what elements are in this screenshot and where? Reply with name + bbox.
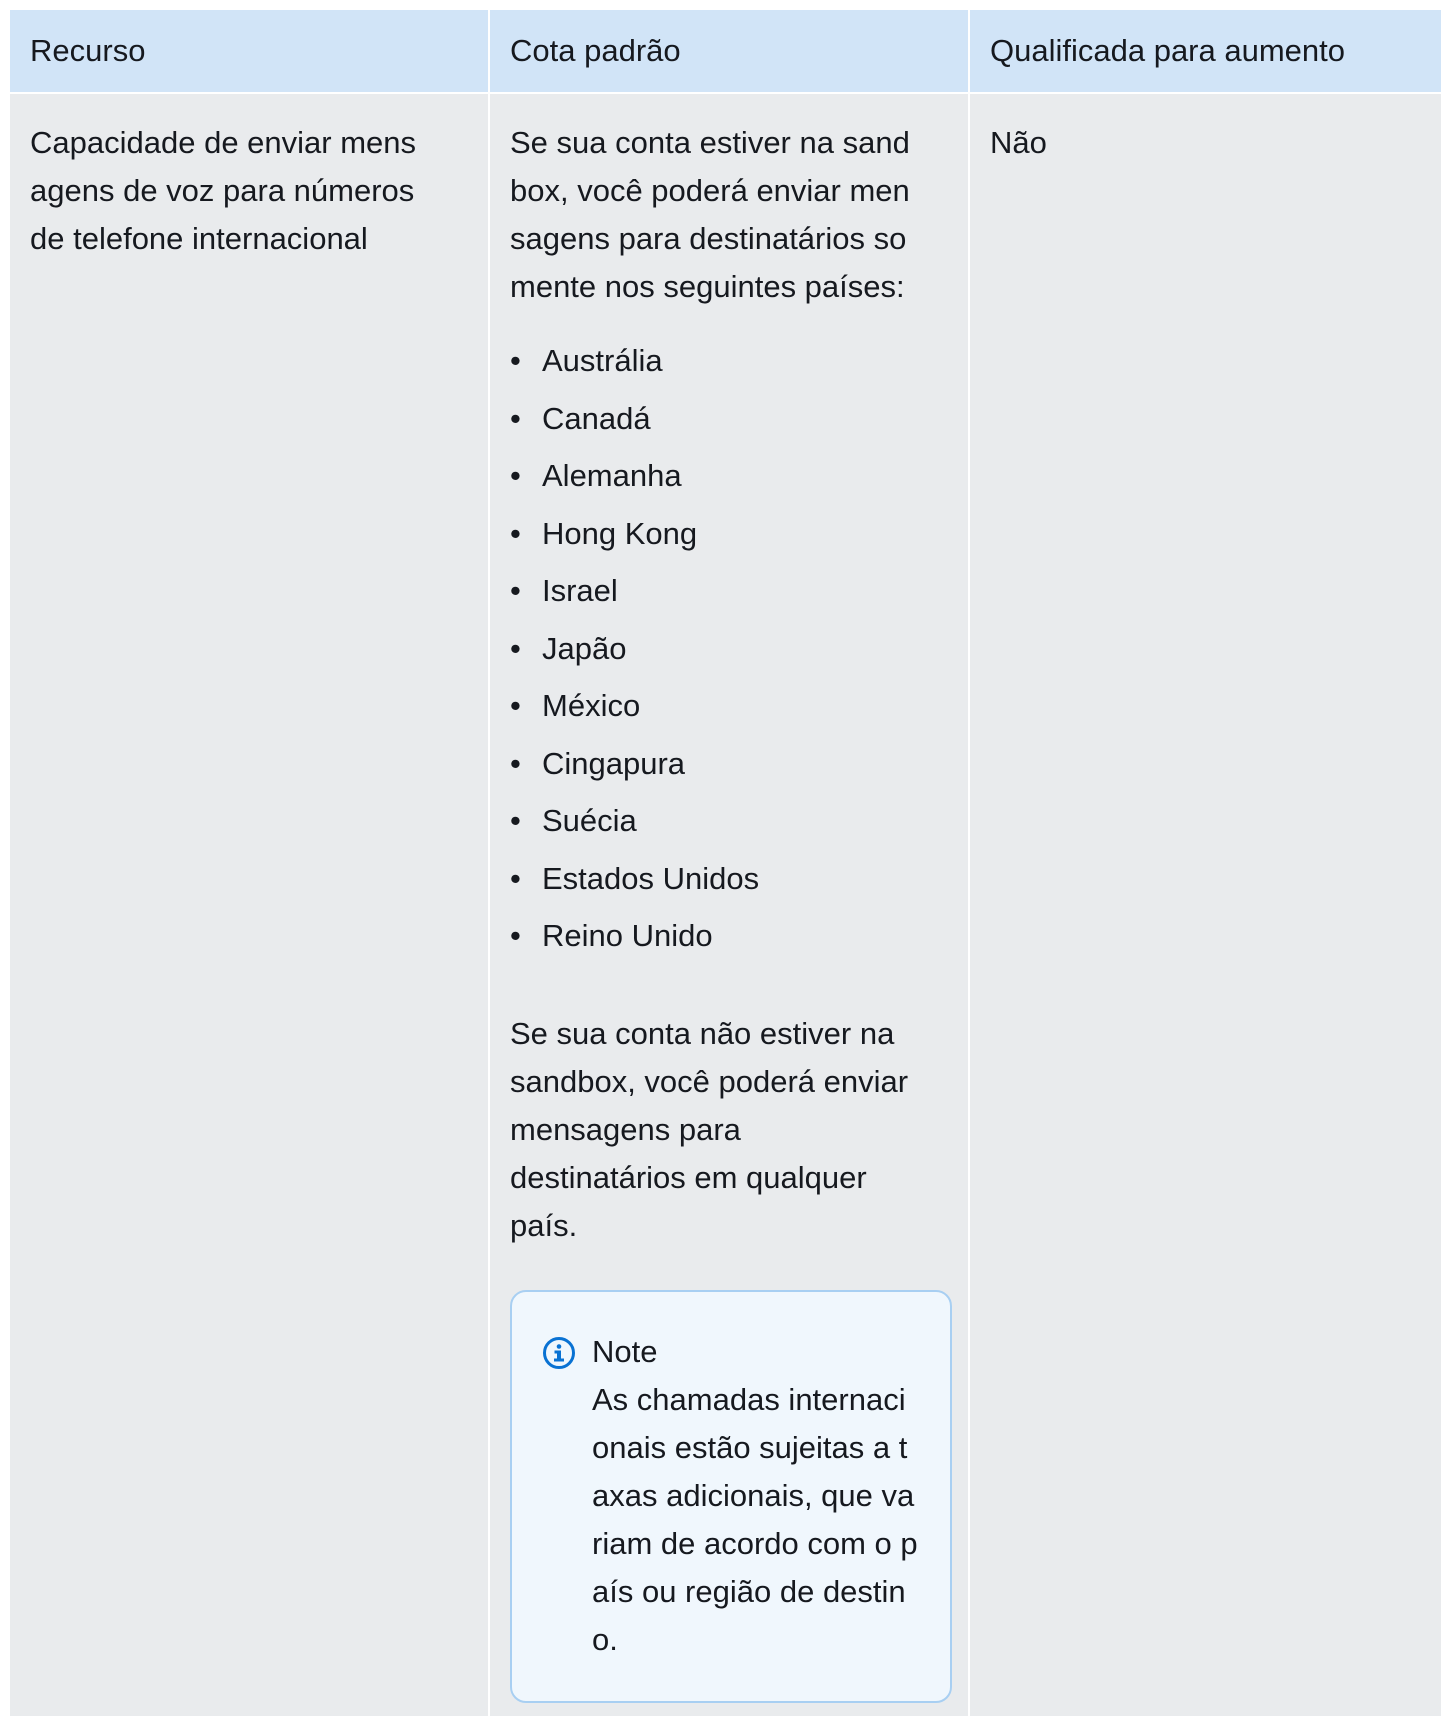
country-list-item: Cingapura [510, 740, 948, 798]
quota-intro-text: Se sua conta estiver na sandbox, você po… [510, 125, 910, 304]
eligible-value: Não [990, 125, 1047, 160]
note-body: As chamadas internacionais estão sujeita… [592, 1381, 918, 1657]
header-default-quota: Cota padrão [488, 10, 968, 92]
note-title: Note [592, 1333, 658, 1369]
quota-outro-text: Se sua conta não estiver na sandbox, voc… [510, 1015, 909, 1243]
country-list-item: México [510, 682, 948, 740]
country-list-item: Hong Kong [510, 510, 948, 568]
info-icon [543, 1336, 575, 1369]
cell-eligible-increase: Não [968, 92, 1441, 1716]
country-list-item: Alemanha [510, 452, 948, 510]
header-resource-label: Recurso [30, 33, 146, 68]
header-eligible-increase-label: Qualificada para aumento [990, 33, 1346, 68]
resource-text: Capacidade de enviar mensagens de voz pa… [30, 125, 417, 256]
country-list-item: Austrália [510, 337, 948, 395]
note-box: Note As chamadas internacionais estão su… [510, 1289, 952, 1703]
cell-default-quota: Se sua conta estiver na sandbox, você po… [488, 92, 968, 1716]
header-eligible-increase: Qualificada para aumento [968, 10, 1441, 92]
quota-table: Recurso Cota padrão Qualificada para aum… [10, 10, 1441, 1716]
header-default-quota-label: Cota padrão [510, 33, 681, 68]
country-list-item: Canadá [510, 395, 948, 453]
country-list-item: Suécia [510, 797, 948, 855]
country-list-item: Reino Unido [510, 912, 948, 970]
countries-list: AustráliaCanadáAlemanhaHong KongIsraelJa… [510, 337, 948, 970]
country-list-item: Estados Unidos [510, 855, 948, 913]
country-list-item: Israel [510, 567, 948, 625]
country-list-item: Japão [510, 625, 948, 683]
header-resource: Recurso [10, 10, 488, 92]
cell-resource: Capacidade de enviar mensagens de voz pa… [10, 92, 488, 1716]
